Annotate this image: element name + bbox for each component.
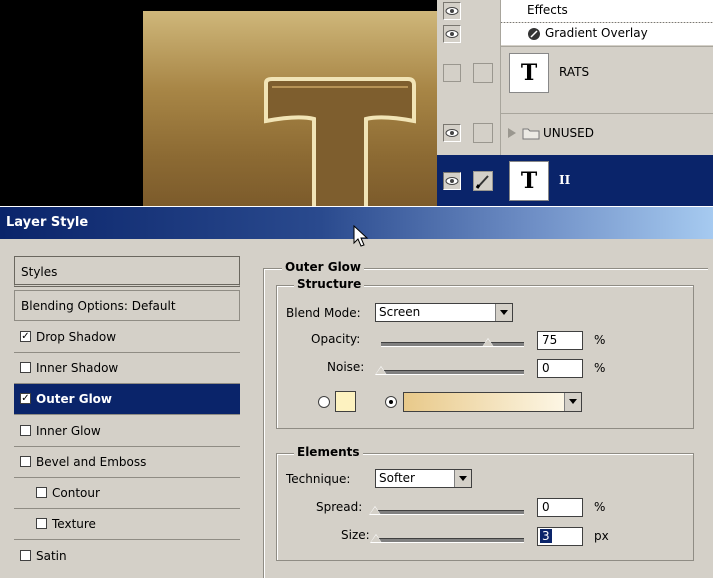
style-label: Blending Options: Default (21, 299, 176, 313)
folder-icon (522, 128, 540, 140)
chevron-down-icon[interactable] (454, 470, 471, 487)
contour-item[interactable]: Contour (14, 478, 240, 509)
style-label: Styles (21, 265, 58, 279)
glow-color-swatch[interactable] (335, 391, 356, 412)
canvas-glyph-artwork (264, 77, 416, 206)
technique-dropdown[interactable]: Softer (375, 469, 472, 488)
layer-name: UNUSED (543, 126, 594, 140)
style-label: Contour (52, 486, 100, 500)
size-input-selected-text: 3 (540, 529, 552, 543)
effects-item[interactable]: Effects (501, 0, 713, 22)
opacity-input[interactable]: 75 (537, 331, 583, 350)
size-label: Size: (341, 528, 370, 542)
elements-title: Elements (294, 445, 363, 459)
style-label: Outer Glow (36, 392, 113, 406)
style-label: Texture (52, 517, 96, 531)
text-layer-thumbnail: T (509, 53, 549, 93)
size-slider-thumb[interactable] (370, 534, 383, 543)
size-slider-track[interactable] (375, 538, 524, 543)
layer-rats[interactable]: T RATS (437, 47, 713, 99)
text-layer-thumbnail: T (509, 161, 549, 201)
bevel-emboss-item[interactable]: Bevel and Emboss (14, 447, 240, 478)
layer-name: RATS (559, 65, 590, 79)
spread-input[interactable]: 0 (537, 498, 583, 517)
style-label: Bevel and Emboss (36, 455, 147, 469)
inner-glow-checkbox[interactable] (20, 425, 31, 436)
outer-glow-title: Outer Glow (282, 260, 365, 274)
gradient-overlay-label: Gradient Overlay (545, 26, 648, 40)
styles-list: Styles Blending Options: Default ✓ Drop … (6, 256, 240, 574)
style-label: Satin (36, 549, 67, 563)
effect-fx-icon (528, 28, 540, 40)
canvas-area[interactable] (0, 0, 437, 206)
styles-header-item[interactable]: Styles (14, 256, 240, 287)
inner-shadow-checkbox[interactable] (20, 362, 31, 373)
noise-input[interactable]: 0 (537, 359, 583, 378)
outer-glow-item[interactable]: ✓ Outer Glow (14, 384, 240, 415)
layers-panel: Effects Gradient Overlay T RATS UNUSED T… (437, 0, 713, 206)
texture-checkbox[interactable] (36, 518, 47, 529)
noise-unit: % (594, 361, 606, 375)
eye-icon[interactable] (443, 124, 461, 142)
drop-shadow-item[interactable]: ✓ Drop Shadow (14, 322, 240, 353)
spread-unit: % (594, 500, 606, 514)
texture-item[interactable]: Texture (14, 509, 240, 540)
technique-value: Softer (379, 471, 415, 485)
dialog-title: Layer Style (6, 215, 89, 230)
gradient-radio[interactable] (385, 396, 397, 408)
outer-glow-checkbox[interactable]: ✓ (20, 393, 31, 404)
noise-label: Noise: (327, 360, 365, 374)
chevron-down-icon[interactable] (564, 393, 581, 411)
spread-slider-track[interactable] (375, 510, 524, 515)
structure-title: Structure (294, 277, 365, 291)
chevron-down-icon[interactable] (495, 304, 512, 321)
eye-icon[interactable] (443, 2, 461, 20)
mouse-cursor-icon (353, 225, 369, 247)
expand-triangle-icon[interactable] (507, 127, 517, 139)
eye-icon[interactable] (443, 25, 461, 43)
eye-icon[interactable] (443, 172, 461, 190)
style-label: Inner Shadow (36, 361, 119, 375)
inner-glow-item[interactable]: Inner Glow (14, 416, 240, 447)
effects-row[interactable]: Effects (437, 0, 713, 22)
blend-mode-label: Blend Mode: (286, 306, 361, 320)
gradient-overlay-row[interactable]: Gradient Overlay (437, 23, 713, 45)
gradient-overlay-item[interactable]: Gradient Overlay (501, 23, 713, 45)
noise-slider-thumb[interactable] (375, 366, 387, 375)
drop-shadow-checkbox[interactable]: ✓ (20, 331, 31, 342)
satin-item[interactable]: Satin (14, 541, 240, 572)
brush-icon[interactable] (473, 171, 493, 191)
link-empty-cell[interactable] (473, 123, 493, 143)
solid-color-radio[interactable] (318, 396, 330, 408)
layer-group-unused[interactable]: UNUSED (437, 114, 713, 154)
layer-name: II (559, 173, 571, 187)
inner-shadow-item[interactable]: Inner Shadow (14, 353, 240, 384)
style-label: Drop Shadow (36, 330, 117, 344)
spread-slider-thumb[interactable] (369, 506, 381, 515)
link-empty-cell[interactable] (473, 63, 493, 83)
layer-style-dialog: Layer Style Styles Blending Options: Def… (0, 206, 713, 578)
opacity-slider-thumb[interactable] (482, 338, 495, 347)
noise-slider-track[interactable] (381, 370, 524, 375)
size-unit: px (594, 529, 609, 543)
contour-checkbox[interactable] (36, 487, 47, 498)
blend-mode-value: Screen (379, 305, 421, 319)
bevel-emboss-checkbox[interactable] (20, 456, 31, 467)
opacity-unit: % (594, 333, 606, 347)
blend-mode-dropdown[interactable]: Screen (375, 303, 513, 322)
technique-label: Technique: (286, 472, 351, 486)
opacity-slider-track[interactable] (381, 342, 524, 347)
layer-ii-selected[interactable]: T II (437, 155, 713, 206)
effects-label: Effects (527, 3, 568, 17)
opacity-label: Opacity: (311, 332, 361, 346)
spread-label: Spread: (316, 500, 363, 514)
style-label: Inner Glow (36, 424, 101, 438)
satin-checkbox[interactable] (20, 550, 31, 561)
blending-options-item[interactable]: Blending Options: Default (14, 290, 240, 321)
visibility-empty-cell[interactable] (443, 64, 461, 82)
glow-gradient-picker[interactable] (403, 392, 582, 412)
size-input[interactable]: 3 (537, 527, 583, 546)
